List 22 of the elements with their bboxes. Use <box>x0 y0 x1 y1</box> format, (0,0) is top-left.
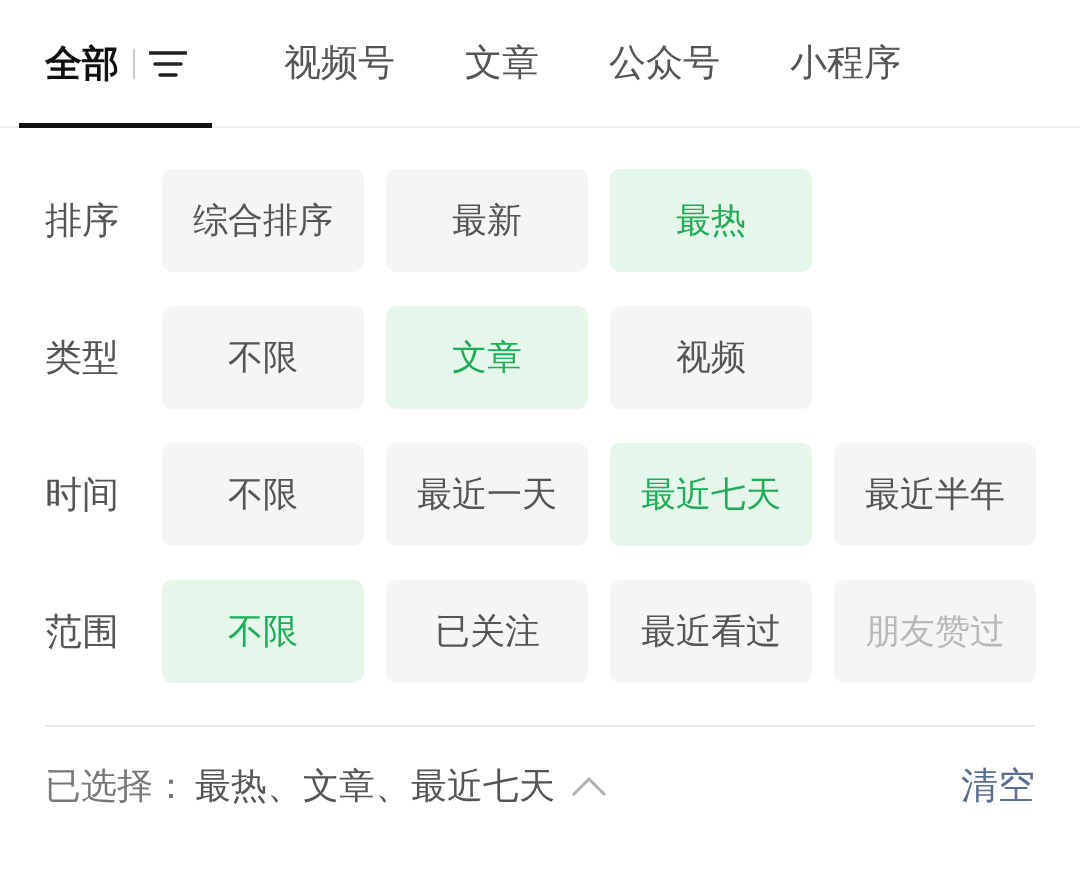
selected-label: 已选择： <box>45 763 189 808</box>
filter-label: 范围 <box>45 608 120 655</box>
tab[interactable]: 视频号 <box>284 38 395 88</box>
filter-option[interactable]: 最新 <box>386 169 588 272</box>
filter-option[interactable]: 视频 <box>610 306 812 409</box>
tab[interactable]: 文章 <box>465 38 539 88</box>
clear-button[interactable]: 清空 <box>961 761 1035 811</box>
filter-option[interactable]: 最近半年 <box>834 443 1036 546</box>
filter-option[interactable]: 最近看过 <box>610 580 812 683</box>
filter-icon[interactable] <box>148 50 187 78</box>
filter-option[interactable]: 不限 <box>162 306 364 409</box>
filter-option[interactable]: 综合排序 <box>162 169 364 272</box>
filter-option[interactable]: 不限 <box>162 443 364 546</box>
filter-option[interactable]: 已关注 <box>386 580 588 683</box>
tab[interactable]: 公众号 <box>609 38 720 88</box>
filter-label: 类型 <box>45 334 120 381</box>
tab[interactable]: 全部 <box>44 39 119 89</box>
filter-label: 时间 <box>45 471 120 518</box>
filter-label: 排序 <box>45 197 120 244</box>
selected-summary: 最热、文章、最近七天 <box>195 763 555 808</box>
filter-option[interactable]: 最近一天 <box>386 443 588 546</box>
tab[interactable]: 小程序 <box>790 38 901 88</box>
